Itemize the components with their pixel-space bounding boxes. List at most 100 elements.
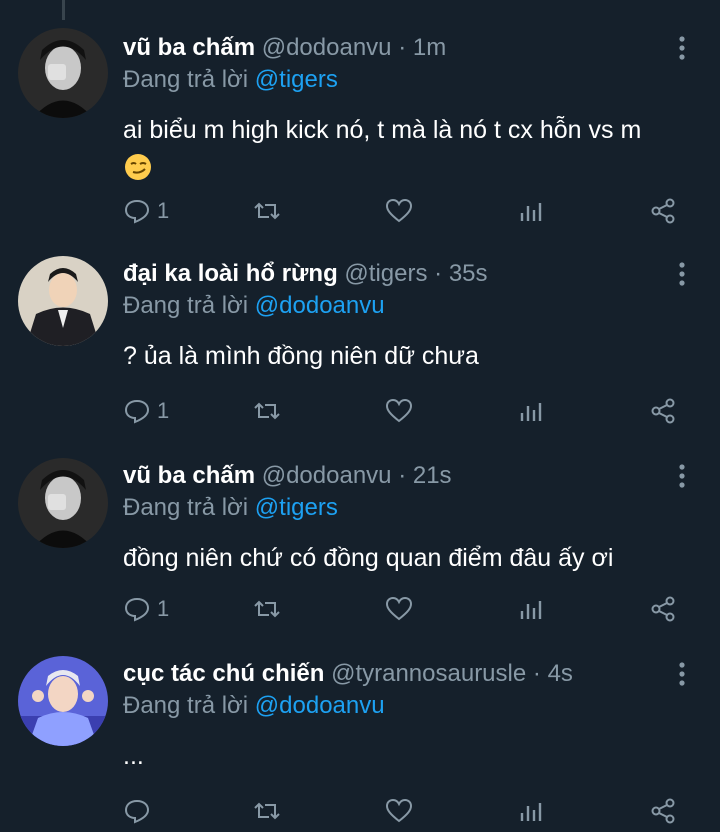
retweet-icon: [254, 802, 280, 820]
timestamp[interactable]: 1m: [413, 34, 446, 61]
share-icon: [651, 198, 675, 224]
more-options-icon[interactable]: [672, 660, 692, 688]
share-button[interactable]: [649, 794, 677, 828]
tweet-text: đồng niên chứ có đồng quan điểm đâu ấy ơ…: [123, 540, 680, 576]
analytics-icon: [520, 601, 542, 619]
analytics-icon: [520, 203, 542, 221]
more-options-icon[interactable]: [672, 34, 692, 62]
reply-button[interactable]: 1: [123, 194, 169, 228]
thread-connector-line: [62, 0, 65, 20]
analytics-button[interactable]: [517, 194, 545, 228]
mention-link[interactable]: @dodoanvu: [255, 692, 385, 719]
avatar-image: [18, 656, 108, 746]
reply-icon: [124, 199, 150, 224]
like-button[interactable]: [385, 394, 413, 428]
share-icon: [651, 596, 675, 622]
heart-icon: [385, 798, 413, 823]
share-button[interactable]: [649, 394, 677, 428]
tweet-header: đại ka loài hổ rừng @tigers · 35s: [123, 258, 660, 290]
replying-to: Đang trả lời @tigers: [123, 492, 338, 524]
replying-to: Đang trả lời @dodoanvu: [123, 290, 385, 322]
mention-link[interactable]: @dodoanvu: [255, 292, 385, 319]
tweet-header: vũ ba chấm @dodoanvu · 21s: [123, 460, 660, 492]
reply-count: 1: [157, 596, 170, 621]
avatar-image: [18, 458, 108, 548]
username[interactable]: @tigers: [344, 260, 427, 287]
reply-icon: [124, 799, 150, 824]
replying-to: Đang trả lời @tigers: [123, 64, 338, 96]
avatar[interactable]: [18, 458, 108, 548]
reply-icon: [124, 597, 150, 622]
retweet-button[interactable]: [253, 394, 281, 428]
retweet-icon: [254, 600, 280, 618]
tweet-actions: 1: [123, 194, 693, 228]
username[interactable]: @dodoanvu: [262, 34, 392, 61]
avatar[interactable]: [18, 256, 108, 346]
replying-to: Đang trả lời @dodoanvu: [123, 690, 385, 722]
analytics-button[interactable]: [517, 394, 545, 428]
separator: ·: [398, 34, 407, 61]
tweet-text-content: đồng niên chứ có đồng quan điểm đâu ấy ơ…: [123, 544, 614, 572]
share-button[interactable]: [649, 194, 677, 228]
avatar-image: [18, 28, 108, 118]
like-button[interactable]: [385, 794, 413, 828]
tweet-actions: [123, 794, 693, 828]
separator: ·: [398, 462, 407, 489]
reply-icon: [124, 399, 150, 424]
username[interactable]: @tyrannosaurusle: [331, 660, 526, 687]
tweet-text: ai biểu m high kick nó, t mà là nó t cx …: [123, 112, 680, 184]
heart-icon: [385, 398, 413, 423]
display-name[interactable]: vũ ba chấm: [123, 462, 255, 489]
reply-button[interactable]: 1: [123, 592, 169, 626]
username[interactable]: @dodoanvu: [262, 462, 392, 489]
retweet-button[interactable]: [253, 794, 281, 828]
tweet-header: vũ ba chấm @dodoanvu · 1m: [123, 32, 660, 64]
timestamp[interactable]: 35s: [449, 260, 488, 287]
retweet-button[interactable]: [253, 194, 281, 228]
display-name[interactable]: đại ka loài hổ rừng: [123, 260, 338, 287]
share-button[interactable]: [649, 592, 677, 626]
mention-link[interactable]: @tigers: [255, 494, 338, 521]
tweet-text: ...: [123, 738, 680, 774]
reply-button[interactable]: 1: [123, 394, 169, 428]
timestamp[interactable]: 4s: [548, 660, 573, 687]
reply-button[interactable]: [123, 794, 151, 828]
analytics-button[interactable]: [517, 794, 545, 828]
share-icon: [651, 798, 675, 824]
replying-to-label: Đang trả lời: [123, 292, 249, 319]
more-options-icon[interactable]: [672, 462, 692, 490]
replying-to-label: Đang trả lời: [123, 692, 249, 719]
analytics-icon: [520, 403, 542, 421]
avatar[interactable]: [18, 28, 108, 118]
tweet-text-content: ? ủa là mình đồng niên dữ chưa: [123, 342, 479, 370]
heart-icon: [385, 198, 413, 223]
like-button[interactable]: [385, 592, 413, 626]
tweet-text-content: ai biểu m high kick nó, t mà là nó t cx …: [123, 116, 642, 144]
retweet-icon: [254, 402, 280, 420]
tweet-actions: 1: [123, 394, 693, 428]
display-name[interactable]: vũ ba chấm: [123, 34, 255, 61]
reply-count: 1: [157, 198, 170, 223]
tweet-text-content: ...: [123, 742, 144, 770]
tweet-text: ? ủa là mình đồng niên dữ chưa: [123, 338, 680, 374]
retweet-button[interactable]: [253, 592, 281, 626]
smirking-face-emoji-icon: [123, 152, 153, 182]
separator: ·: [532, 660, 541, 687]
display-name[interactable]: cục tác chú chiến: [123, 660, 324, 687]
analytics-icon: [520, 803, 542, 821]
retweet-icon: [254, 202, 280, 220]
tweet-header: cục tác chú chiến @tyrannosaurusle · 4s: [123, 658, 660, 690]
analytics-button[interactable]: [517, 592, 545, 626]
tweet-actions: 1: [123, 592, 693, 626]
heart-icon: [385, 596, 413, 621]
timestamp[interactable]: 21s: [413, 462, 452, 489]
separator: ·: [434, 260, 443, 287]
replying-to-label: Đang trả lời: [123, 66, 249, 93]
more-options-icon[interactable]: [672, 260, 692, 288]
like-button[interactable]: [385, 194, 413, 228]
mention-link[interactable]: @tigers: [255, 66, 338, 93]
replying-to-label: Đang trả lời: [123, 494, 249, 521]
reply-count: 1: [157, 398, 170, 423]
avatar[interactable]: [18, 656, 108, 746]
avatar-image: [18, 256, 108, 346]
